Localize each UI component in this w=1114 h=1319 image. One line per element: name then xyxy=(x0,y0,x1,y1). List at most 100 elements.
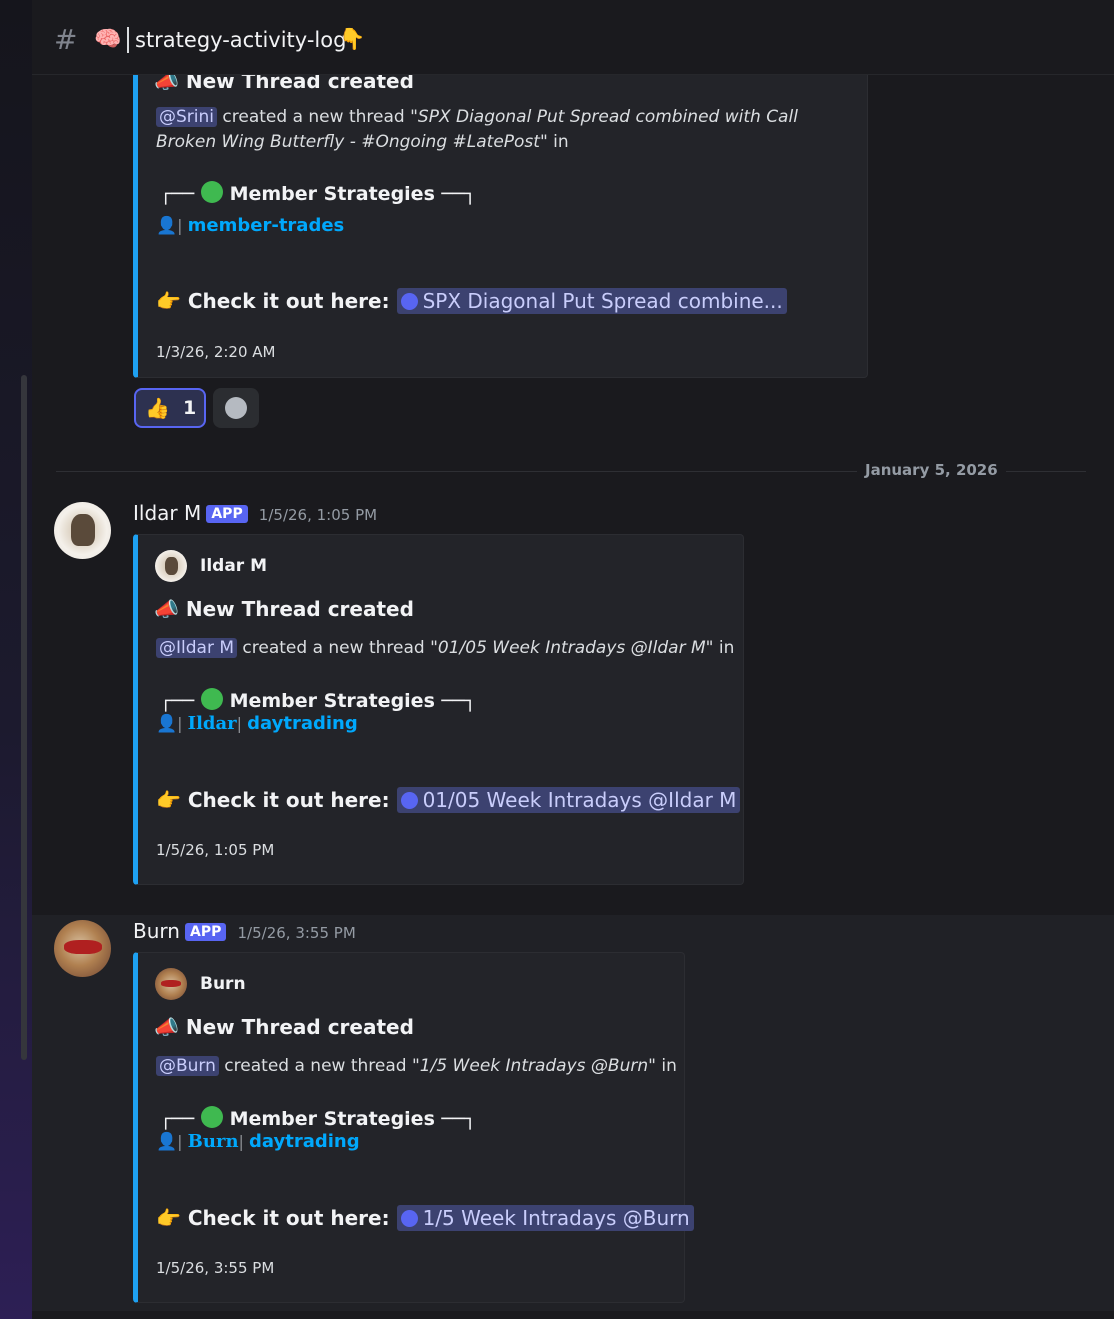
pointing-right-icon: 👉 xyxy=(156,1206,181,1230)
pointing-right-icon: 👉 xyxy=(156,788,181,812)
box-right: ──┐ xyxy=(441,690,476,712)
embed-card: Burn 📣 New Thread created @Burn created … xyxy=(133,952,694,1303)
embed-footer-time: 1/3/26, 2:20 AM xyxy=(156,343,276,361)
channel-row: 👤| member-trades xyxy=(156,215,344,236)
person-icon: 👤 xyxy=(156,1132,178,1152)
brain-icon: 🧠 xyxy=(94,27,122,52)
smiley-icon xyxy=(225,397,247,419)
divider-bar: | xyxy=(177,216,183,235)
user-mention[interactable]: @Srini xyxy=(156,107,218,127)
message-timestamp: 1/5/26, 3:55 PM xyxy=(237,924,356,942)
embed-card: 📣 New Thread created @Srini created a ne… xyxy=(133,48,868,378)
window-edge xyxy=(0,0,32,1319)
check-row: 👉 Check it out here: 1/5 Week Intradays … xyxy=(156,1205,694,1231)
user-mention[interactable]: @Burn xyxy=(156,1056,219,1076)
channel-link-daytrading[interactable]: daytrading xyxy=(247,713,358,734)
channel-name[interactable]: strategy-activity-log xyxy=(135,28,346,52)
username[interactable]: Burn xyxy=(133,919,180,943)
message-header: Burn APP 1/5/26, 3:55 PM xyxy=(133,919,356,943)
avatar-figure xyxy=(64,940,102,954)
green-circle-icon xyxy=(200,688,223,710)
desc-suffix: in xyxy=(713,638,735,658)
box-right: ──┐ xyxy=(441,1108,476,1130)
pointing-down-icon: 👇 xyxy=(339,27,366,51)
section-title: Member Strategies xyxy=(229,183,435,205)
box-left: ┌── xyxy=(160,1108,195,1130)
thread-link[interactable]: 01/05 Week Intradays @Ildar M xyxy=(396,787,741,813)
speech-bubble-icon xyxy=(400,1210,418,1227)
desc-suffix: in xyxy=(655,1056,677,1076)
thumbs-up-icon: 👍 xyxy=(145,396,170,420)
username[interactable]: Ildar M xyxy=(133,501,201,525)
thread-name-quote: "1/5 Week Intradays @Burn" xyxy=(411,1056,656,1076)
embed-description: @Ildar M created a new thread "01/05 Wee… xyxy=(156,636,734,661)
channel-header: # 🧠 strategy-activity-log 👇 xyxy=(32,8,1114,75)
divider-bar: | xyxy=(177,1132,183,1151)
thread-link[interactable]: 1/5 Week Intradays @Burn xyxy=(396,1205,694,1231)
app-badge: APP xyxy=(206,505,248,523)
divider-bar: | xyxy=(236,714,243,733)
embed-card: Ildar M 📣 New Thread created @Ildar M cr… xyxy=(133,534,744,885)
tag-link-ildar[interactable]: Ildar xyxy=(188,713,237,734)
desc-text: created a new thread xyxy=(237,638,431,658)
avatar-figure xyxy=(71,514,95,546)
box-left: ┌── xyxy=(160,183,195,205)
desc-text: created a new thread xyxy=(217,107,411,127)
header-separator xyxy=(127,27,129,53)
avatar-figure xyxy=(165,557,178,575)
green-circle-icon xyxy=(200,181,223,203)
section-title: Member Strategies xyxy=(229,1108,435,1130)
check-label: Check it out here: xyxy=(187,289,390,313)
section-heading: ┌── Member Strategies ──┐ xyxy=(160,688,476,712)
embed-author-avatar xyxy=(155,550,187,582)
section-heading: ┌── Member Strategies ──┐ xyxy=(160,181,476,205)
thread-link-text: 1/5 Week Intradays @Burn xyxy=(422,1206,690,1230)
megaphone-icon: 📣 xyxy=(154,597,179,621)
avatar-figure xyxy=(161,980,181,987)
scrollbar[interactable] xyxy=(21,375,27,1060)
app-badge: APP xyxy=(185,923,227,941)
thread-link-text: 01/05 Week Intradays @Ildar M xyxy=(422,788,737,812)
desc-suffix: in xyxy=(547,132,569,152)
user-mention[interactable]: @Ildar M xyxy=(156,638,238,658)
embed-footer-time: 1/5/26, 1:05 PM xyxy=(156,841,275,859)
channel-link-member-trades[interactable]: member-trades xyxy=(188,215,345,236)
pointing-right-icon: 👉 xyxy=(156,289,181,313)
check-row: 👉 Check it out here: 01/05 Week Intraday… xyxy=(156,787,741,813)
avatar[interactable] xyxy=(54,920,111,977)
embed-description: @Burn created a new thread "1/5 Week Int… xyxy=(156,1054,677,1079)
check-row: 👉 Check it out here: SPX Diagonal Put Sp… xyxy=(156,288,787,314)
desc-text: created a new thread xyxy=(218,1056,412,1076)
add-reaction-button[interactable] xyxy=(213,388,259,428)
embed-footer-time: 1/5/26, 3:55 PM xyxy=(156,1259,275,1277)
channel-panel: 📣 New Thread created @Srini created a ne… xyxy=(32,8,1114,1311)
section-heading: ┌── Member Strategies ──┐ xyxy=(160,1106,476,1130)
box-left: ┌── xyxy=(160,690,195,712)
avatar[interactable] xyxy=(54,502,111,559)
speech-bubble-icon xyxy=(400,293,418,310)
person-icon: 👤 xyxy=(156,216,178,236)
green-circle-icon xyxy=(200,1106,223,1128)
thread-link[interactable]: SPX Diagonal Put Spread combine... xyxy=(396,288,787,314)
embed-author: Ildar M xyxy=(200,556,268,576)
reaction-count: 1 xyxy=(183,397,197,419)
channel-row: 👤| Ildar| daytrading xyxy=(156,713,358,734)
embed-description: @Srini created a new thread "SPX Diagona… xyxy=(156,105,846,155)
speech-bubble-icon xyxy=(400,792,418,809)
divider-bar: | xyxy=(238,1132,244,1151)
message-header: Ildar M APP 1/5/26, 1:05 PM xyxy=(133,501,377,525)
thread-name-quote: "01/05 Week Intradays @Ildar M" xyxy=(430,638,714,658)
embed-title: New Thread created xyxy=(185,1015,414,1039)
message-timestamp: 1/5/26, 1:05 PM xyxy=(258,506,378,524)
embed-title: New Thread created xyxy=(185,597,414,621)
check-label: Check it out here: xyxy=(187,1206,390,1230)
megaphone-icon: 📣 xyxy=(154,1015,179,1039)
hash-icon: # xyxy=(54,23,78,56)
divider-bar: | xyxy=(177,714,183,733)
box-right: ──┐ xyxy=(441,183,476,205)
tag-link-burn[interactable]: Burn xyxy=(188,1131,239,1152)
channel-row: 👤| Burn| daytrading xyxy=(156,1131,360,1152)
reaction-thumbs-up[interactable]: 👍 1 xyxy=(134,388,206,428)
embed-author: Burn xyxy=(200,974,246,994)
channel-link-daytrading[interactable]: daytrading xyxy=(249,1131,360,1152)
